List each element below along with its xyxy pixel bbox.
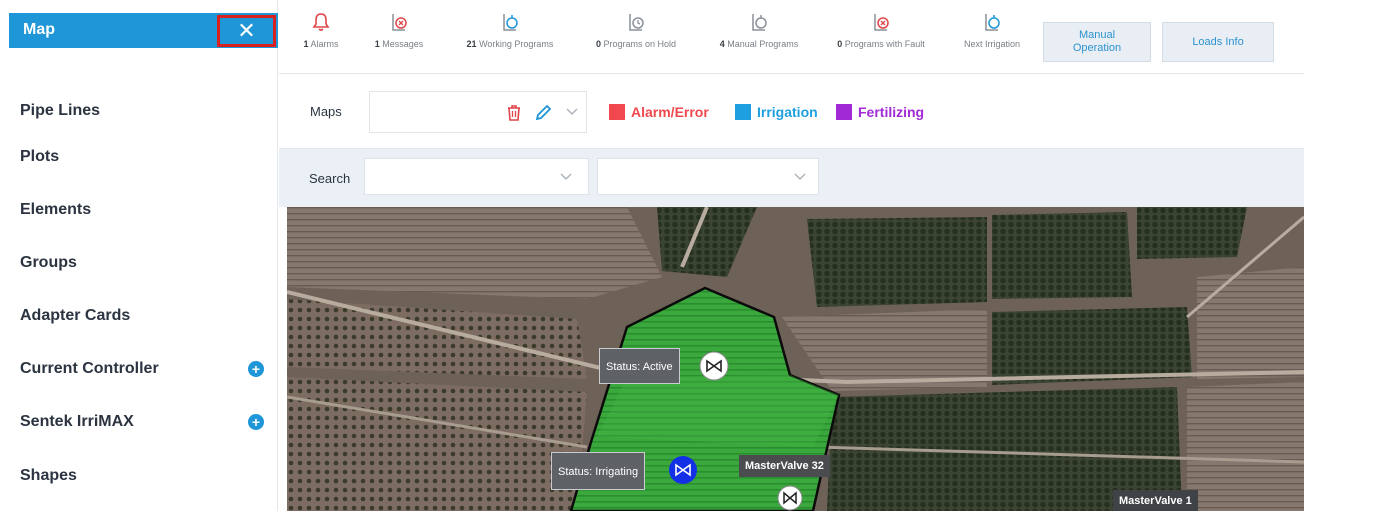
status-next-irrigation[interactable]: Next Irrigation xyxy=(953,12,1031,64)
status-active-label: Status: Active xyxy=(599,348,680,384)
sidebar-item-label: Current Controller xyxy=(20,360,159,377)
manual-programs-label: Manual Programs xyxy=(727,39,799,49)
next-irrigation-icon xyxy=(985,14,1000,31)
master-valve-icon[interactable] xyxy=(777,485,803,511)
pencil-icon[interactable] xyxy=(534,104,552,122)
trash-icon[interactable] xyxy=(506,104,522,122)
maps-label: Maps xyxy=(310,104,342,119)
programs-with-fault-label: Programs with Fault xyxy=(844,39,925,49)
sidebar-item-label: Groups xyxy=(20,254,77,271)
chevron-down-icon xyxy=(560,173,572,180)
sidebar-item-label: Elements xyxy=(20,201,92,218)
program-hold-icon xyxy=(629,14,644,31)
sidebar-item-sentek-irrimax[interactable]: Sentek IrriMAX + xyxy=(20,407,272,437)
bell-icon xyxy=(312,13,330,31)
sidebar-item-elements[interactable]: Elements xyxy=(20,195,272,225)
programs-on-hold-count: 0 xyxy=(595,39,601,49)
search-select-primary[interactable] xyxy=(364,158,589,195)
alarms-label: Alarms xyxy=(310,39,339,49)
working-programs-label: Working Programs xyxy=(479,39,554,49)
status-programs-with-fault[interactable]: 0 Programs with Fault xyxy=(825,12,937,64)
messages-count: 1 xyxy=(374,39,380,49)
status-bar: 1 Alarms 1 Messages 21 Working Programs xyxy=(279,0,1304,74)
sidebar-item-label: Shapes xyxy=(20,467,77,484)
program-working-icon xyxy=(503,14,518,31)
legend-irrigation: Irrigation xyxy=(735,104,818,120)
close-sidebar-button[interactable]: ✕ xyxy=(217,15,276,47)
legend-label: Alarm/Error xyxy=(631,104,709,120)
programs-with-fault-count: 0 xyxy=(837,39,843,49)
messages-label: Messages xyxy=(382,39,424,49)
add-sentek-icon[interactable]: + xyxy=(248,414,264,430)
manual-programs-count: 4 xyxy=(719,39,725,49)
legend-swatch xyxy=(735,104,751,120)
alarms-count: 1 xyxy=(303,39,309,49)
sidebar-item-pipe-lines[interactable]: Pipe Lines xyxy=(20,96,272,126)
sidebar-title: Map xyxy=(23,21,55,38)
status-working-programs[interactable]: 21 Working Programs xyxy=(451,12,569,64)
close-icon: ✕ xyxy=(237,18,256,43)
sidebar-item-groups[interactable]: Groups xyxy=(20,248,272,278)
status-programs-on-hold[interactable]: 0 Programs on Hold xyxy=(581,12,691,64)
next-irrigation-label: Next Irrigation xyxy=(963,39,1021,49)
sidebar-item-current-controller[interactable]: Current Controller + xyxy=(20,354,272,384)
search-toolbar: Search xyxy=(279,149,1304,207)
valve-icon[interactable] xyxy=(699,351,729,381)
master-valve-1-label: MasterValve 1 xyxy=(1113,490,1198,511)
sidebar-item-label: Plots xyxy=(20,148,60,165)
legend-label: Irrigation xyxy=(757,104,818,120)
status-irrigating-label: Status: Irrigating xyxy=(551,452,646,490)
sidebar-item-plots[interactable]: Plots xyxy=(20,142,272,172)
manual-operation-label-line2: Operation xyxy=(1072,42,1122,54)
message-alert-icon xyxy=(392,14,407,31)
program-fault-icon xyxy=(874,14,889,31)
maps-select[interactable] xyxy=(369,91,587,133)
legend-label: Fertilizing xyxy=(858,104,925,120)
loads-info-label: Loads Info xyxy=(1192,35,1244,48)
sidebar: Map ✕ Pipe Lines Plots Elements Groups A… xyxy=(0,0,278,511)
sidebar-item-shapes[interactable]: Shapes xyxy=(20,461,272,491)
sidebar-item-adapter-cards[interactable]: Adapter Cards xyxy=(20,301,272,331)
sidebar-item-label: Pipe Lines xyxy=(20,102,101,119)
satellite-map[interactable]: Status: Active Status: Irrigating Master… xyxy=(287,207,1304,511)
master-valve-32-label: MasterValve 32 xyxy=(739,455,830,477)
working-programs-count: 21 xyxy=(466,39,477,49)
legend-swatch xyxy=(836,104,852,120)
search-select-secondary[interactable] xyxy=(597,158,819,195)
legend-alarm-error: Alarm/Error xyxy=(609,104,709,120)
chevron-down-icon xyxy=(566,108,578,115)
loads-info-button[interactable]: Loads Info xyxy=(1162,22,1274,62)
status-manual-programs[interactable]: 4 Manual Programs xyxy=(703,12,815,64)
legend-fertilizing: Fertilizing xyxy=(836,104,924,120)
chevron-down-icon xyxy=(794,173,806,180)
maps-toolbar: Maps Alarm/Error Irrigation Fertilizing xyxy=(279,74,1304,149)
legend-swatch xyxy=(609,104,625,120)
search-label: Search xyxy=(309,171,351,186)
program-manual-icon xyxy=(752,14,767,31)
manual-operation-button[interactable]: Manual Operation xyxy=(1043,22,1151,62)
sidebar-item-label: Sentek IrriMAX xyxy=(20,413,134,430)
valve-irrigating-icon[interactable] xyxy=(668,455,698,485)
programs-on-hold-label: Programs on Hold xyxy=(603,39,677,49)
status-messages[interactable]: 1 Messages xyxy=(363,12,435,64)
status-alarms[interactable]: 1 Alarms xyxy=(291,12,351,64)
add-controller-icon[interactable]: + xyxy=(248,361,264,377)
manual-operation-label-line1: Manual xyxy=(1078,29,1116,41)
sidebar-item-label: Adapter Cards xyxy=(20,307,131,324)
